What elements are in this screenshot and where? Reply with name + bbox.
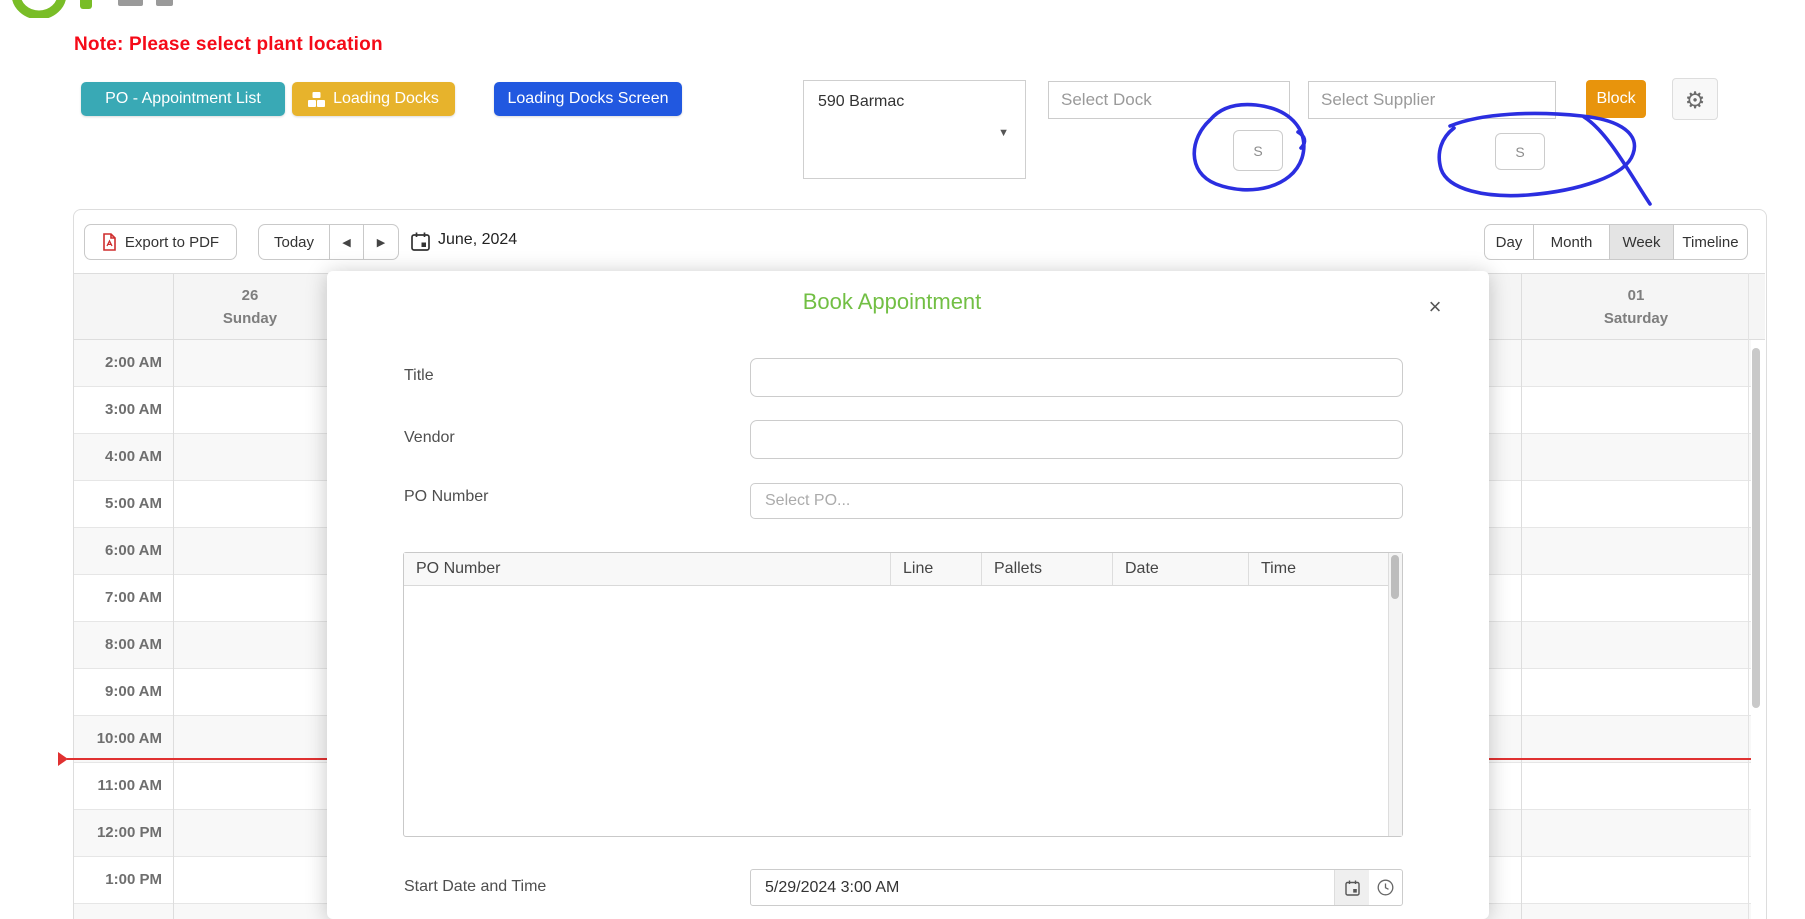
settings-button[interactable]: ⚙	[1672, 78, 1718, 120]
po-number-field-label: PO Number	[404, 488, 488, 506]
time-label: 7:00 AM	[74, 575, 162, 622]
po-table: PO NumberLinePalletsDateTime	[403, 552, 1403, 837]
modal-title: Book Appointment	[327, 289, 1457, 315]
calendar-icon	[411, 232, 430, 251]
po-table-header-time: Time	[1249, 553, 1390, 585]
date-nav-group: Today ◀ ▶	[258, 224, 399, 260]
title-input[interactable]	[750, 358, 1403, 397]
vendor-input[interactable]	[750, 420, 1403, 459]
view-button-month[interactable]: Month	[1534, 224, 1610, 260]
loading-docks-screen-button[interactable]: Loading Docks Screen	[494, 82, 682, 116]
supplier-spinner-badge[interactable]: S	[1495, 133, 1545, 170]
current-period-label: June, 2024	[438, 231, 517, 249]
pallet-icon	[308, 92, 325, 107]
block-button[interactable]: Block	[1586, 80, 1646, 118]
po-table-header-po-number: PO Number	[404, 553, 891, 585]
po-table-scrollbar[interactable]	[1388, 553, 1402, 836]
scrollbar-divider	[1748, 273, 1749, 919]
po-table-header-row: PO NumberLinePalletsDateTime	[404, 553, 1390, 586]
gear-icon: ⚙	[1685, 87, 1706, 113]
time-label: 3:00 AM	[74, 387, 162, 434]
company-logo	[8, 0, 188, 18]
start-datetime-label: Start Date and Time	[404, 878, 546, 896]
dock-spinner-badge[interactable]: S	[1233, 130, 1283, 171]
chevron-right-icon: ▶	[377, 236, 385, 249]
po-select-input[interactable]	[750, 483, 1403, 519]
current-time-arrow-icon	[58, 752, 68, 766]
time-label: 1:00 PM	[74, 857, 162, 904]
next-week-button[interactable]: ▶	[364, 224, 399, 260]
plant-location-value: 590 Barmac	[818, 93, 904, 111]
time-label: 2:00 PM	[74, 904, 162, 919]
time-label: 11:00 AM	[74, 763, 162, 810]
title-field-label: Title	[404, 367, 434, 385]
chevron-down-icon: ▼	[998, 127, 1009, 139]
saturday-column-divider	[1521, 273, 1522, 919]
day-name: Sunday	[173, 307, 327, 330]
date-picker-button[interactable]	[1334, 870, 1369, 905]
time-label: 8:00 AM	[74, 622, 162, 669]
time-label: 10:00 AM	[74, 716, 162, 763]
export-to-pdf-label: Export to PDF	[125, 234, 219, 251]
time-label: 12:00 PM	[74, 810, 162, 857]
prev-week-button[interactable]: ◀	[330, 224, 364, 260]
calendar-icon	[1345, 880, 1360, 896]
app-page: Note: Please select plant location PO - …	[0, 0, 1805, 919]
day-header-sunday[interactable]: 26 Sunday	[173, 274, 327, 339]
pdf-icon	[102, 233, 117, 251]
close-icon[interactable]: ×	[1419, 291, 1451, 323]
time-label: 2:00 AM	[74, 340, 162, 387]
view-button-week[interactable]: Week	[1610, 224, 1674, 260]
time-picker-button[interactable]	[1369, 870, 1402, 905]
plant-location-select[interactable]: 590 Barmac ▼	[803, 80, 1026, 179]
vendor-field-label: Vendor	[404, 429, 455, 447]
chevron-left-icon: ◀	[342, 236, 350, 249]
po-table-header-date: Date	[1113, 553, 1249, 585]
po-table-header-line: Line	[891, 553, 982, 585]
calendar-scrollbar[interactable]	[1752, 348, 1760, 708]
view-button-day[interactable]: Day	[1484, 224, 1534, 260]
time-label: 4:00 AM	[74, 434, 162, 481]
select-dock-input[interactable]	[1048, 81, 1290, 119]
today-button[interactable]: Today	[258, 224, 330, 260]
po-table-header-pallets: Pallets	[982, 553, 1113, 585]
time-label: 6:00 AM	[74, 528, 162, 575]
time-label: 5:00 AM	[74, 481, 162, 528]
time-column-divider	[173, 273, 174, 919]
start-datetime-picker: 5/29/2024 3:00 AM	[750, 869, 1403, 906]
day-number: 01	[1521, 284, 1751, 307]
po-appointment-list-label: PO - Appointment List	[105, 90, 261, 108]
export-to-pdf-button[interactable]: Export to PDF	[84, 224, 237, 260]
loading-docks-label: Loading Docks	[333, 90, 439, 108]
day-name: Saturday	[1521, 307, 1751, 330]
book-appointment-modal: Book Appointment × Title Vendor PO Numbe…	[327, 271, 1489, 919]
day-header-saturday[interactable]: 01 Saturday	[1521, 274, 1751, 339]
po-table-scrollbar-thumb[interactable]	[1391, 555, 1399, 599]
select-supplier-input[interactable]	[1308, 81, 1556, 119]
loading-docks-screen-label: Loading Docks Screen	[508, 90, 669, 108]
clock-icon	[1377, 879, 1394, 896]
view-switcher: DayMonthWeekTimeline	[1484, 224, 1748, 260]
time-label: 9:00 AM	[74, 669, 162, 716]
view-button-timeline[interactable]: Timeline	[1674, 224, 1748, 260]
plant-location-note: Note: Please select plant location	[74, 34, 383, 56]
po-appointment-list-button[interactable]: PO - Appointment List	[81, 82, 285, 116]
loading-docks-button[interactable]: Loading Docks	[292, 82, 455, 116]
start-datetime-value[interactable]: 5/29/2024 3:00 AM	[751, 870, 1334, 905]
day-number: 26	[173, 284, 327, 307]
